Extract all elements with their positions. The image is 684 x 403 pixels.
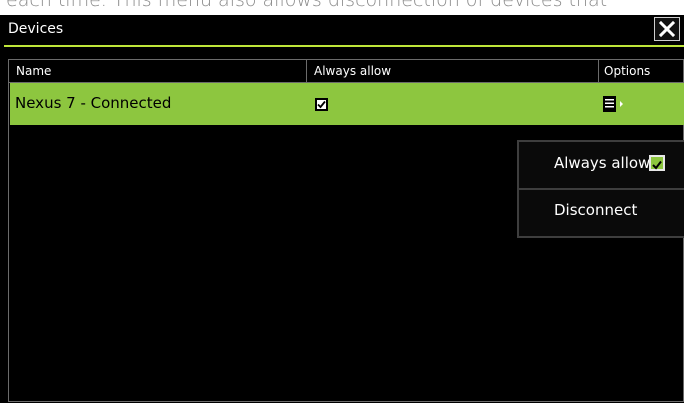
column-header-always-allow: Always allow xyxy=(314,64,392,78)
table-header: Name Always allow Options xyxy=(9,60,684,83)
options-menu-icon[interactable] xyxy=(603,96,625,112)
menu-item-label: Disconnect xyxy=(554,201,638,219)
always-allow-menu-checkbox[interactable] xyxy=(649,155,665,171)
menu-item-label: Always allow xyxy=(554,154,651,172)
menu-item-always-allow[interactable]: Always allow xyxy=(519,142,684,186)
background-document-text: each time. This menu also allows disconn… xyxy=(6,0,608,11)
column-header-name: Name xyxy=(16,64,52,78)
title-bar: Devices xyxy=(0,15,684,45)
column-header-options: Options xyxy=(604,64,651,78)
dialog-title: Devices xyxy=(8,21,64,37)
device-name: Nexus 7 - Connected xyxy=(15,94,172,112)
close-button[interactable] xyxy=(654,17,680,41)
menu-item-disconnect[interactable]: Disconnect xyxy=(519,190,684,234)
checkmark-icon xyxy=(652,160,662,170)
title-underline xyxy=(4,45,684,47)
table-row[interactable]: Nexus 7 - Connected xyxy=(10,83,684,125)
close-icon xyxy=(659,21,675,37)
always-allow-checkbox[interactable] xyxy=(315,98,328,111)
checkmark-icon xyxy=(317,100,326,109)
options-popup-menu: Always allow Disconnect xyxy=(517,140,684,238)
devices-dialog: Devices Name Always allow Options Nexus … xyxy=(0,15,684,403)
